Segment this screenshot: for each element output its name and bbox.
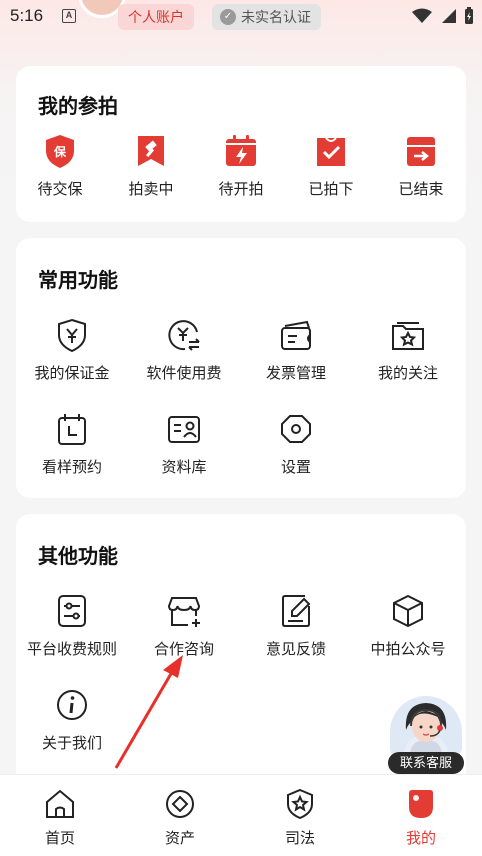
nav-item-label: 司法 — [284, 830, 315, 847]
customer-service-button[interactable]: 联系客服 — [388, 696, 464, 774]
customer-service-avatar-icon — [390, 696, 462, 756]
nav-item-assets[interactable]: 资产 — [140, 787, 220, 848]
nav-item-judicial[interactable]: 司法 — [260, 787, 340, 848]
nav-item-home[interactable]: 首页 — [20, 787, 100, 848]
customer-service-label: 联系客服 — [388, 752, 464, 774]
nav-item-label: 资产 — [164, 830, 195, 847]
profile-icon — [409, 790, 433, 818]
nav-item-label: 我的 — [405, 830, 436, 847]
nav-item-mine[interactable]: 我的 — [381, 787, 461, 848]
nav-item-label: 首页 — [44, 830, 75, 847]
bottom-nav: 首页 资产 司法 我的 — [0, 774, 482, 856]
home-icon — [46, 789, 74, 818]
star-shield-icon — [287, 788, 313, 820]
diamond-icon — [166, 790, 194, 818]
